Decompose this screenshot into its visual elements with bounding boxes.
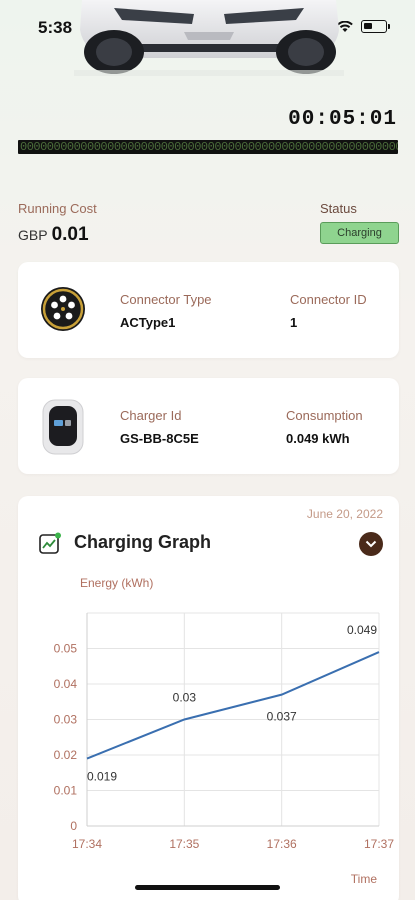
charging-graph-card: June 20, 2022 Charging Graph Energy (kWh… — [18, 496, 399, 900]
status-label: Status — [320, 201, 357, 216]
data-label: 0.03 — [173, 691, 197, 705]
energy-line-chart: 0 0.01 0.02 0.03 0.04 0.05 17:34 17:35 17:36 17:3… — [54, 612, 394, 851]
vehicle-image — [74, 0, 344, 76]
charging-progress-bar: 0000000000000000000000000000000000000000… — [18, 140, 398, 154]
y-tick-label: 0.04 — [54, 677, 78, 691]
data-label: 0.019 — [87, 770, 117, 784]
running-cost-label: Running Cost — [18, 201, 97, 216]
x-tick-label: 17:37 — [364, 837, 394, 851]
y-tick-label: 0.05 — [54, 642, 78, 656]
cost-amount: 0.01 — [51, 224, 89, 245]
progress-pattern: 0000000000000000000000000000000000000000… — [20, 140, 398, 154]
charger-card: Charger Id GS-BB-8C5E Consumption 0.049 … — [18, 378, 399, 474]
battery-icon — [361, 20, 390, 33]
x-tick-label: 17:35 — [169, 837, 199, 851]
chart-x-axis-label: Time — [350, 872, 377, 886]
connector-card: Connector Type ACType1 Connector ID 1 — [18, 262, 399, 358]
connector-type-label: Connector Type — [120, 292, 212, 307]
x-tick-label: 17:36 — [267, 837, 297, 851]
y-tick-label: 0.02 — [54, 748, 78, 762]
connector-id-value: 1 — [290, 315, 298, 330]
home-indicator[interactable] — [135, 885, 280, 890]
running-cost-value: GBP 0.01 — [18, 224, 89, 246]
connector-type-value: ACType1 — [120, 315, 176, 330]
status-badge: Charging — [320, 222, 399, 244]
data-label: 0.037 — [267, 710, 297, 724]
y-tick-label: 0.03 — [54, 713, 78, 727]
y-tick-label: 0.01 — [54, 784, 78, 798]
consumption-label: Consumption — [286, 408, 363, 423]
x-tick-label: 17:34 — [72, 837, 102, 851]
charger-id-label: Charger Id — [120, 408, 182, 423]
series-line-energy — [86, 651, 380, 760]
connector-plug-icon — [41, 287, 85, 331]
currency-code: GBP — [18, 227, 48, 243]
data-label: 0.049 — [347, 623, 377, 637]
charger-id-value: GS-BB-8C5E — [120, 431, 199, 446]
status-bar-indicators — [337, 20, 390, 33]
connector-id-label: Connector ID — [290, 292, 367, 307]
consumption-value: 0.049 kWh — [286, 431, 350, 446]
y-tick-label: 0 — [70, 819, 77, 833]
charger-device-icon — [42, 399, 84, 455]
session-timer: 00:05:01 — [288, 108, 397, 131]
status-bar-time: 5:38 — [38, 18, 73, 37]
